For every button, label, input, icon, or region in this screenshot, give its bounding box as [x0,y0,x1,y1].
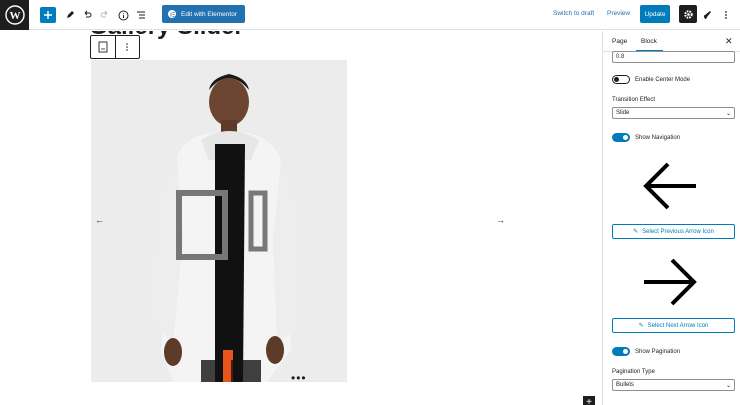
more-options-icon[interactable] [718,7,734,23]
center-mode-toggle[interactable] [612,75,630,84]
settings-sidebar: Page Block ✕ 0.8 Enable Center Mode Tran… [602,31,740,405]
select-prev-arrow-button[interactable]: ✎ Select Previous Arrow Icon [612,224,735,239]
editor-header: W Edit with Elementor Switch to draft Pr… [0,0,740,30]
slider-next-arrow-icon[interactable]: → [496,215,505,225]
gallery-slide-image[interactable] [91,60,347,382]
transition-effect-select[interactable]: Slide ⌄ [612,107,735,119]
prev-arrow-preview-icon [639,155,701,217]
transition-effect-label: Transition Effect [612,97,656,103]
select-next-arrow-label: Select Next Arrow Icon [647,322,709,329]
pagination-type-value: Bullets [616,382,635,388]
sidebar-tabs: Page Block ✕ [603,31,740,52]
show-navigation-toggle[interactable] [612,133,630,142]
tab-block[interactable]: Block [641,38,657,45]
pagination-type-label: Pagination Type [612,369,655,375]
add-block-inline-button[interactable]: + [583,396,595,405]
show-pagination-toggle[interactable] [612,347,630,356]
tab-page[interactable]: Page [612,38,627,45]
svg-text:W: W [9,10,20,22]
list-view-icon[interactable] [133,7,149,23]
chevron-down-icon: ⌄ [725,382,731,389]
elementor-icon [168,10,176,18]
add-block-button[interactable] [40,7,56,23]
redo-icon[interactable] [97,7,113,23]
show-pagination-label: Show Pagination [635,349,681,355]
next-arrow-preview-icon [639,251,701,313]
pencil-icon: ✎ [633,229,639,235]
slider-pagination-dots[interactable]: ••• [291,371,307,385]
undo-icon[interactable] [79,7,95,23]
edit-with-elementor-button[interactable]: Edit with Elementor [162,5,245,23]
settings-gear-icon[interactable] [679,5,697,23]
preview-button[interactable]: Preview [607,10,630,17]
info-icon[interactable] [115,7,131,23]
center-mode-label: Enable Center Mode [635,77,691,83]
select-prev-arrow-label: Select Previous Arrow Icon [642,228,714,235]
slider-prev-arrow-icon[interactable]: ← [95,215,104,225]
pen-tool-icon[interactable] [62,7,78,23]
show-navigation-label: Show Navigation [635,135,681,141]
transition-effect-value: Slide [616,110,630,116]
update-button[interactable]: Update [640,5,670,23]
pencil-icon: ✎ [638,323,644,329]
styles-brush-icon[interactable] [700,7,716,23]
pagination-type-select[interactable]: Bullets ⌄ [612,379,735,391]
block-toolbar [90,35,140,59]
editor-canvas: Gallery Slider [0,31,602,405]
value-input[interactable]: 0.8 [612,51,735,63]
select-next-arrow-button[interactable]: ✎ Select Next Arrow Icon [612,318,735,333]
block-options-icon[interactable] [114,36,139,58]
block-type-icon[interactable] [91,36,115,58]
edit-with-elementor-label: Edit with Elementor [181,10,237,18]
chevron-down-icon: ⌄ [725,110,731,117]
close-sidebar-icon[interactable]: ✕ [725,36,733,47]
switch-to-draft-button[interactable]: Switch to draft [553,10,594,17]
wordpress-logo-icon[interactable]: W [0,0,29,30]
